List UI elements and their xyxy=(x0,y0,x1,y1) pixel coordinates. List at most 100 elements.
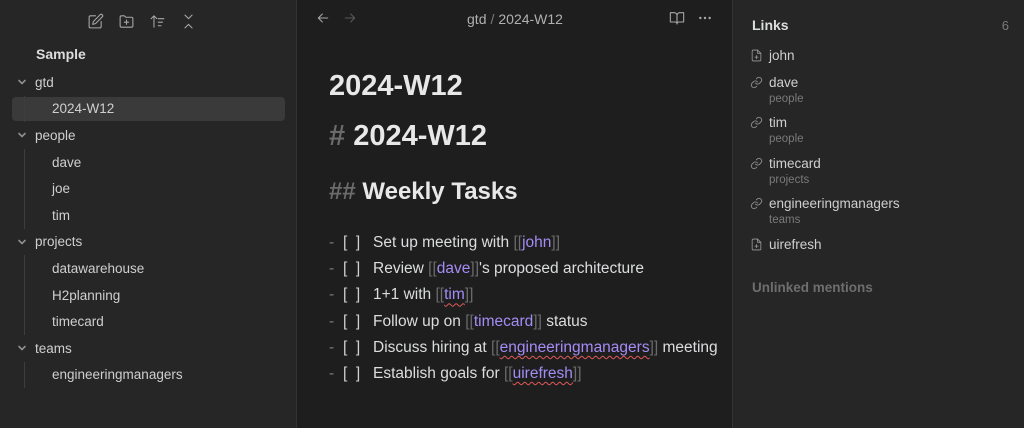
links-count: 6 xyxy=(1001,18,1009,33)
editor-pane: gtd/2024-W12 2024-W12 # 2024-W12 ## Week… xyxy=(298,0,732,428)
file-tree: gtd 2024-W12 people dave joe tim projects dataw… xyxy=(0,69,297,389)
heading-1-marker: # xyxy=(329,120,346,152)
file-dave[interactable]: dave xyxy=(0,149,297,176)
folder-label: teams xyxy=(35,340,72,356)
heading-2[interactable]: ## Weekly Tasks xyxy=(329,178,518,206)
link-bracket: ]] xyxy=(551,234,561,251)
folder-teams[interactable]: teams xyxy=(0,335,297,362)
more-options-button[interactable] xyxy=(697,10,715,28)
file-label: engineeringmanagers xyxy=(52,367,183,383)
wiki-link[interactable]: john xyxy=(522,234,551,251)
list-bullet: - xyxy=(329,260,335,278)
file-plus-icon xyxy=(750,238,764,252)
file-label: datawarehouse xyxy=(52,260,145,276)
file-plus-icon xyxy=(750,49,764,63)
task-item[interactable]: -[ ] Review [[dave]]'s proposed architect… xyxy=(329,257,724,281)
link-bracket: ]] xyxy=(464,286,474,304)
file-tim[interactable]: tim xyxy=(0,202,297,229)
file-datawarehouse[interactable]: datawarehouse xyxy=(0,255,297,282)
unlinked-mentions-header[interactable]: Unlinked mentions xyxy=(752,280,873,295)
link-name: engineeringmanagers xyxy=(769,196,900,211)
task-checkbox[interactable]: [ ] xyxy=(343,310,373,334)
chevron-down-icon[interactable] xyxy=(16,236,28,248)
task-checkbox[interactable]: [ ] xyxy=(343,231,373,255)
new-folder-button[interactable] xyxy=(117,10,135,32)
sort-button[interactable] xyxy=(148,10,166,32)
list-bullet: - xyxy=(329,234,335,251)
task-item[interactable]: -[ ] Follow up on [[timecard]] status xyxy=(329,310,724,334)
file-engineeringmanagers[interactable]: engineeringmanagers xyxy=(0,362,297,389)
wiki-link[interactable]: engineeringmanagers xyxy=(500,339,650,356)
explorer-toolbar xyxy=(86,10,197,32)
folder-gtd[interactable]: gtd xyxy=(0,69,297,96)
link-item[interactable]: engineeringmanagers teams xyxy=(750,196,900,228)
task-checkbox[interactable]: [ ] xyxy=(343,283,373,307)
note-title[interactable]: 2024-W12 xyxy=(329,70,463,103)
task-text: Follow up on [[timecard]] status xyxy=(373,310,724,334)
link-name: john xyxy=(769,48,795,63)
task-checkbox[interactable]: [ ] xyxy=(343,336,373,360)
indent-guide xyxy=(24,255,25,335)
task-item[interactable]: -[ ] Discuss hiring at [[engineeringmanag… xyxy=(329,336,724,360)
file-label: tim xyxy=(52,207,70,223)
heading-1[interactable]: # 2024-W12 xyxy=(329,120,487,153)
more-horizontal-icon xyxy=(699,16,711,20)
wiki-link[interactable]: uirefresh xyxy=(513,365,573,382)
chevron-down-icon[interactable] xyxy=(16,129,28,141)
link-bracket: [[ xyxy=(503,364,513,382)
task-text-segment: Discuss hiring at xyxy=(373,338,492,356)
heading-1-text: 2024-W12 xyxy=(353,120,488,152)
link-item[interactable]: uirefresh xyxy=(750,237,822,253)
links-panel: Links 6 john dave people tim people timecard p… xyxy=(732,0,1024,428)
link-item[interactable]: timecard projects xyxy=(750,156,821,188)
link-bracket: ]] xyxy=(649,338,659,356)
breadcrumb-folder[interactable]: gtd xyxy=(467,11,486,27)
file-h2planning[interactable]: H2planning xyxy=(0,282,297,309)
task-text-segment: meeting xyxy=(658,338,718,356)
folder-label: people xyxy=(35,127,76,143)
link-icon xyxy=(750,197,764,211)
wiki-link[interactable]: timecard xyxy=(474,313,533,330)
reading-view-button[interactable] xyxy=(669,10,687,28)
task-text-segment: Review xyxy=(373,260,429,278)
link-bracket: [[ xyxy=(435,286,445,304)
chevron-down-icon[interactable] xyxy=(16,76,28,88)
link-item[interactable]: john xyxy=(750,48,795,64)
link-item[interactable]: tim people xyxy=(750,115,804,147)
chevron-down-icon[interactable] xyxy=(16,342,28,354)
task-item[interactable]: -[ ] Set up meeting with [[john]] xyxy=(329,231,724,255)
link-icon xyxy=(750,116,764,130)
folder-people[interactable]: people xyxy=(0,122,297,149)
task-text: Set up meeting with [[john]] xyxy=(373,231,724,255)
breadcrumb-note[interactable]: 2024-W12 xyxy=(498,11,563,27)
task-item[interactable]: -[ ] Establish goals for [[uirefresh]] xyxy=(329,362,724,386)
breadcrumb-separator: / xyxy=(490,11,495,27)
vault-name[interactable]: Sample xyxy=(36,46,86,62)
link-folder: people xyxy=(769,133,804,145)
wiki-link[interactable]: dave xyxy=(437,260,471,277)
list-bullet: - xyxy=(329,312,335,330)
new-note-button[interactable] xyxy=(86,10,104,32)
task-checkbox[interactable]: [ ] xyxy=(343,257,373,281)
indent-guide xyxy=(24,95,25,123)
task-text: 1+1 with [[tim]] xyxy=(373,283,724,307)
link-bracket: [[ xyxy=(513,234,523,251)
file-2024-w12[interactable]: 2024-W12 xyxy=(0,96,297,123)
task-text-segment: status xyxy=(541,312,588,330)
link-name: timecard xyxy=(769,155,821,171)
link-name: dave xyxy=(769,74,799,90)
folder-projects[interactable]: projects xyxy=(0,229,297,256)
task-item[interactable]: -[ ] 1+1 with [[tim]] xyxy=(329,283,724,307)
collapse-all-button[interactable] xyxy=(179,10,197,32)
link-item[interactable]: dave people xyxy=(750,75,804,107)
task-text-segment: 1+1 with xyxy=(373,286,436,304)
heading-2-marker: ## xyxy=(329,178,356,205)
file-timecard[interactable]: timecard xyxy=(0,308,297,335)
task-checkbox[interactable]: [ ] xyxy=(343,362,373,386)
file-joe[interactable]: joe xyxy=(0,175,297,202)
list-bullet: - xyxy=(329,286,335,304)
wiki-link[interactable]: tim xyxy=(444,286,465,303)
task-text: Discuss hiring at [[engineeringmanagers]… xyxy=(373,336,724,360)
task-text-segment: Set up meeting with xyxy=(373,234,514,251)
list-bullet: - xyxy=(329,338,335,356)
